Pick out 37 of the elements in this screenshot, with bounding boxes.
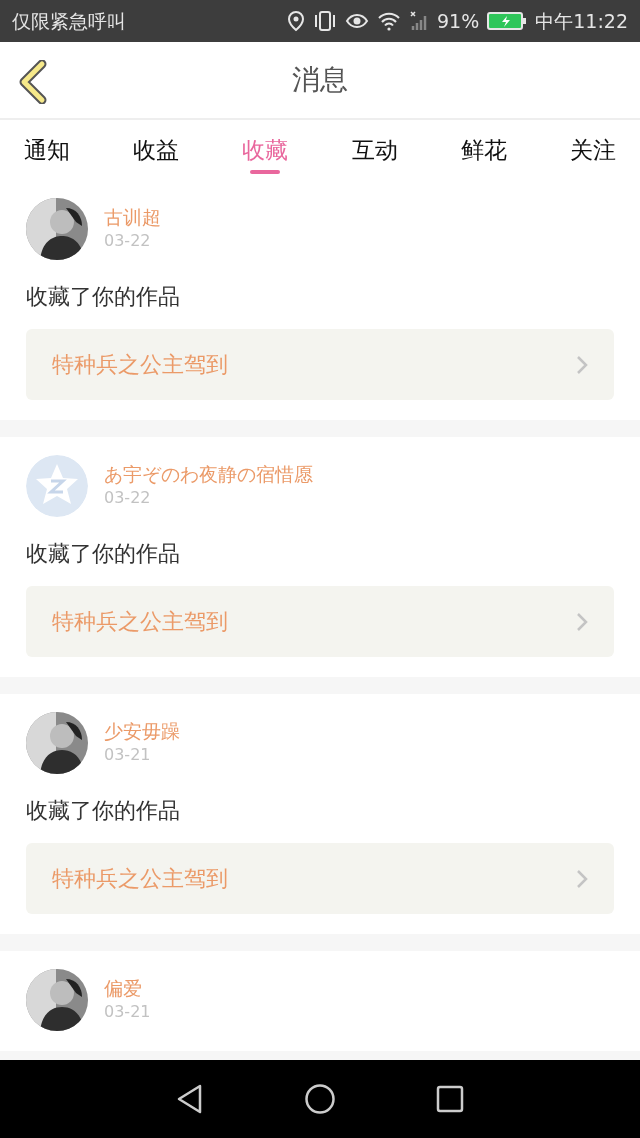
tab[interactable]: 通知 [24, 120, 70, 180]
tab[interactable]: 互动 [351, 120, 398, 180]
page-title: 消息 [292, 62, 348, 98]
location-icon [287, 10, 305, 32]
wifi-icon [377, 11, 401, 31]
eye-icon [345, 12, 369, 30]
back-icon[interactable] [18, 60, 48, 104]
user-name[interactable]: あ宇ぞのわ夜静の宿惜愿 [104, 461, 313, 487]
recents-icon[interactable] [436, 1085, 464, 1113]
vibrate-icon [313, 10, 337, 32]
message-text: 收藏了你的作品 [26, 283, 181, 311]
message-date: 03-22 [104, 230, 152, 253]
battery-icon [487, 11, 528, 31]
message-date: 03-21 [104, 1001, 151, 1024]
home-icon[interactable] [304, 1083, 336, 1115]
chevron-icon [576, 611, 588, 632]
user-name[interactable]: 古训超 [104, 204, 161, 230]
user-name[interactable]: 偏爱 [104, 975, 151, 1001]
clock-text: 中午11:22 [535, 8, 628, 34]
work-link[interactable]: 特种兵之公主驾到 [26, 586, 614, 657]
signal-icon [409, 10, 429, 32]
work-link[interactable]: 特种兵之公主驾到 [26, 843, 614, 914]
work-link[interactable]: 特种兵之公主驾到 [26, 329, 614, 400]
message-date: 03-21 [104, 744, 152, 767]
tab[interactable]: 鲜花 [460, 120, 507, 180]
battery-percent: 91% [437, 8, 480, 34]
message-text: 收藏了你的作品 [26, 797, 181, 825]
chevron-icon [576, 868, 588, 889]
tab[interactable]: 收益 [133, 120, 180, 180]
message-date: 03-22 [104, 487, 152, 510]
user-name[interactable]: 少安毋躁 [104, 718, 180, 744]
tab[interactable]: 关注 [569, 120, 616, 180]
back-icon[interactable] [176, 1083, 204, 1115]
chevron-icon [576, 354, 588, 375]
message-text: 收藏了你的作品 [26, 540, 181, 568]
carrier-text: 仅限紧急呼叫 [12, 8, 126, 34]
tab[interactable]: 收藏 [242, 120, 289, 180]
